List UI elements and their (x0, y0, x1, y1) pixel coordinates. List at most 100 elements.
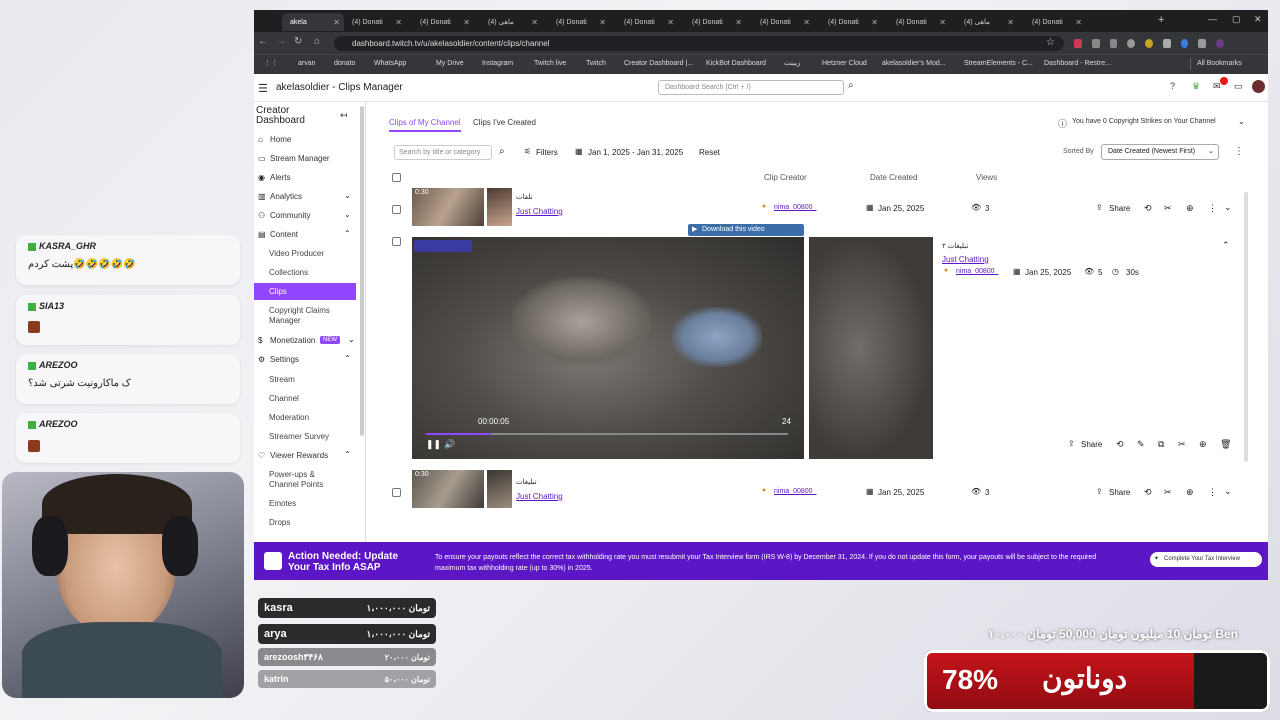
extension-icon[interactable] (1091, 39, 1100, 48)
close-icon[interactable]: ✕ (1007, 18, 1018, 27)
back-icon[interactable]: ← (258, 36, 268, 47)
sidebar-item-clips[interactable]: Clips (254, 283, 356, 300)
sidebar-item-analytics[interactable]: Analytics (270, 192, 302, 201)
browser-tab[interactable]: (4) Donati ✕ (412, 13, 474, 31)
chevron-up-icon[interactable]: ⌃ (344, 229, 351, 238)
sidebar-item-monetization[interactable]: Monetization (270, 336, 315, 345)
bookmark-item[interactable]: akelasoldier's Mod... (882, 58, 946, 70)
browser-tab[interactable]: (4) Donati ✕ (616, 13, 678, 31)
bookmark-item[interactable]: Twitch (586, 58, 606, 70)
video-player[interactable]: 00:00:05 24 ❚❚ 🔊 (412, 237, 804, 459)
download-icon[interactable]: ⊕ (1186, 203, 1194, 214)
chevron-down-icon[interactable]: ⌄ (1238, 117, 1245, 126)
dashboard-search-input[interactable]: Dashboard Search (Ctrl + /) (658, 80, 844, 95)
clip-thumbnail[interactable]: 0:30 (412, 470, 484, 508)
sidebar-item-home[interactable]: Home (270, 135, 291, 144)
sort-select[interactable]: Date Created (Newest First) ⌄ (1101, 144, 1219, 160)
home-icon[interactable]: ⌂ (314, 36, 320, 47)
select-all-checkbox[interactable] (392, 173, 401, 182)
browser-tab[interactable]: (4) Donati ✕ (684, 13, 746, 31)
refresh-icon[interactable]: ⟲ (1144, 487, 1152, 498)
search-icon[interactable]: ⌕ (848, 80, 854, 91)
clip-creator[interactable]: nima_00800_ (774, 204, 816, 211)
bookmark-item[interactable]: arvan (298, 58, 316, 70)
apps-icon[interactable]: ⋮⋮ (264, 58, 278, 70)
bookmark-item[interactable]: Twitch live (534, 58, 566, 70)
clip-category[interactable]: Just Chatting (942, 255, 989, 264)
browser-tab[interactable]: (4) Donati ✕ (344, 13, 406, 31)
edit-icon[interactable]: ✎ (1137, 439, 1145, 450)
reload-icon[interactable]: ↻ (294, 36, 302, 47)
browser-tab[interactable]: (4) Donati ✕ (1024, 13, 1086, 31)
sidebar-item-alerts[interactable]: Alerts (270, 173, 290, 182)
bookmark-item[interactable]: Dashboard - Restre... (1044, 58, 1111, 70)
browser-tab[interactable]: (4) Donati ✕ (548, 13, 610, 31)
bookmark-star-icon[interactable]: ☆ (1046, 37, 1055, 48)
close-icon[interactable]: ✕ (333, 18, 344, 27)
clip-title[interactable]: تبلیغات (516, 478, 537, 486)
volume-icon[interactable]: 🔊 (444, 439, 455, 450)
close-icon[interactable]: ✕ (939, 18, 950, 27)
download-icon[interactable]: ⊕ (1186, 487, 1194, 498)
close-icon[interactable]: ✕ (735, 18, 746, 27)
bookmark-item[interactable]: donato (334, 58, 355, 70)
maximize-icon[interactable]: ▢ (1232, 14, 1241, 25)
row-checkbox[interactable] (392, 205, 401, 214)
complete-tax-interview-button[interactable]: Complete Your Tax Interview ✦ (1150, 552, 1262, 567)
sidebar-item-collections[interactable]: Collections (269, 268, 308, 277)
sidebar-scrollbar[interactable] (360, 106, 364, 436)
chevron-up-icon[interactable]: ⌃ (344, 450, 351, 459)
crown-icon[interactable]: ♛ (1192, 81, 1200, 92)
reset-button[interactable]: Reset (699, 148, 720, 157)
chevron-down-icon[interactable]: ⌄ (1224, 202, 1232, 213)
browser-tab[interactable]: (4) Donati ✕ (888, 13, 950, 31)
url-field[interactable]: dashboard.twitch.tv/u/akelasoldier/conte… (334, 36, 1064, 51)
row-checkbox[interactable] (392, 488, 401, 497)
share-button[interactable]: Share (1081, 440, 1102, 449)
bookmark-item[interactable]: زیبنت (784, 58, 800, 70)
forward-icon[interactable]: → (276, 36, 286, 47)
bookmark-item[interactable]: My Drive (436, 58, 464, 70)
sidebar-item-stream[interactable]: Stream (269, 375, 295, 384)
table-row[interactable]: 0:30 تبلیغات Just Chatting ● nima_00800_… (366, 470, 1251, 510)
close-icon[interactable]: ✕ (395, 18, 406, 27)
bookmark-item[interactable]: KickBot Dashboard (706, 58, 766, 70)
whispers-icon[interactable]: ▭ (1234, 81, 1243, 92)
help-icon[interactable]: ? (1170, 81, 1175, 91)
refresh-icon[interactable]: ⟲ (1116, 439, 1124, 450)
sidebar-item-content[interactable]: Content (270, 230, 298, 239)
sidebar-item-drops[interactable]: Drops (269, 518, 290, 527)
chevron-up-icon[interactable]: ⌃ (1222, 240, 1230, 251)
clip-title[interactable]: تبلیغات ۲ (942, 242, 968, 250)
filter-icon[interactable]: ⚟ (524, 147, 531, 156)
scissors-icon[interactable]: ✂ (1164, 487, 1172, 498)
scissors-icon[interactable]: ✂ (1178, 439, 1186, 450)
close-icon[interactable]: ✕ (667, 18, 678, 27)
new-tab-icon[interactable]: + (1158, 14, 1164, 26)
more-icon[interactable]: ⋮ (1208, 487, 1217, 498)
all-bookmarks[interactable]: All Bookmarks (1190, 58, 1242, 70)
bookmark-item[interactable]: WhatsApp (374, 58, 406, 70)
copyright-strikes[interactable]: You have 0 Copyright Strikes on Your Cha… (1072, 118, 1216, 125)
browser-tab[interactable]: akela ✕ (282, 13, 344, 31)
browser-tab[interactable]: (4) Donati ✕ (820, 13, 882, 31)
more-icon[interactable]: ⋮ (1234, 146, 1244, 157)
menu-icon[interactable]: ☰ (258, 82, 268, 95)
tab-clips-ive-created[interactable]: Clips I've Created (473, 118, 536, 127)
close-icon[interactable]: ✕ (463, 18, 474, 27)
open-external-icon[interactable]: ⧉ (1158, 439, 1164, 450)
row-checkbox[interactable] (392, 237, 401, 246)
filters-button[interactable]: Filters (536, 148, 558, 157)
chevron-down-icon[interactable]: ⌄ (1224, 486, 1232, 497)
chevron-down-icon[interactable]: ⌄ (344, 191, 351, 200)
clip-search-input[interactable]: Search by title or category (394, 145, 492, 160)
pause-icon[interactable]: ❚❚ (426, 439, 441, 450)
search-icon[interactable]: ⌕ (499, 146, 505, 157)
extension-icon[interactable] (1198, 39, 1207, 48)
sidebar-item-community[interactable]: Community (270, 211, 310, 220)
sidebar-item-viewer-rewards[interactable]: Viewer Rewards (270, 451, 328, 460)
collapse-icon[interactable]: ↤ (340, 110, 348, 121)
clip-thumbnail[interactable]: 0:30 (412, 188, 484, 226)
more-icon[interactable]: ⋮ (1208, 203, 1217, 214)
clip-category[interactable]: Just Chatting (516, 492, 563, 501)
